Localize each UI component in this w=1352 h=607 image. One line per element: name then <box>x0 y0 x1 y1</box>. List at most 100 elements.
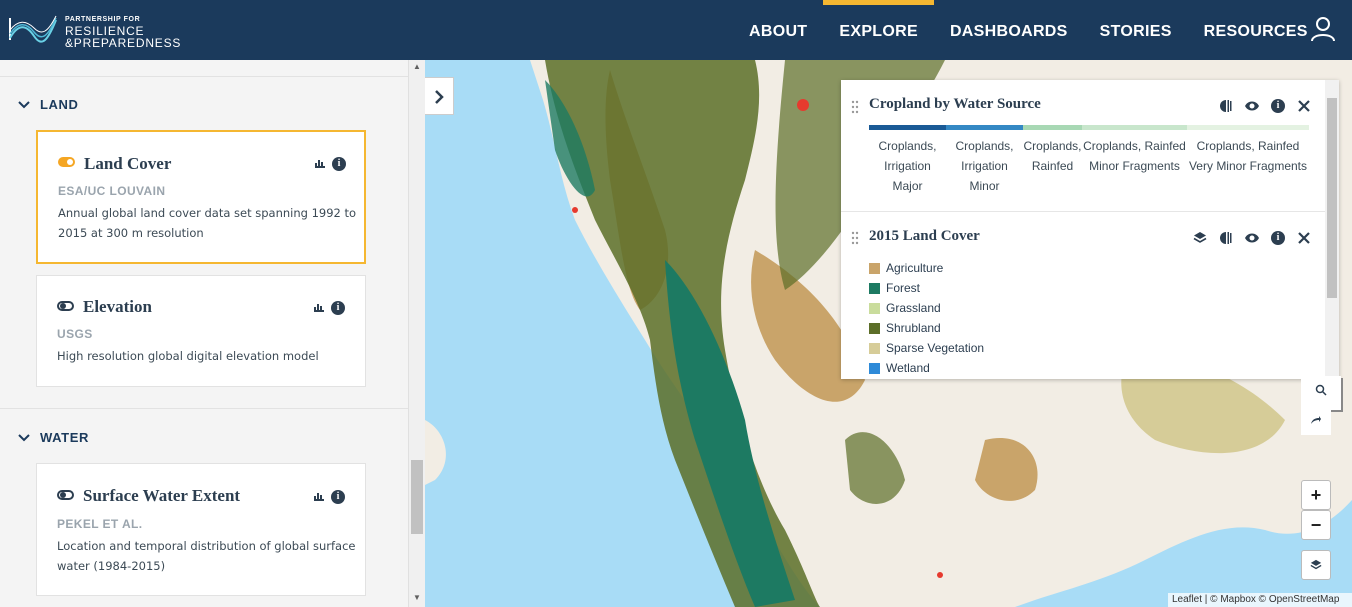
legend-item-agriculture: Agriculture <box>869 261 943 275</box>
group-label: WATER <box>40 430 89 445</box>
ramp-segment <box>1023 125 1082 130</box>
layers-icon <box>1310 559 1322 570</box>
layer-card-elevation[interactable]: Elevation i USGS High resolution global … <box>36 275 366 387</box>
user-icon[interactable] <box>1310 16 1336 42</box>
scroll-up-icon[interactable]: ▲ <box>413 62 421 71</box>
chart-icon[interactable] <box>313 302 325 312</box>
scroll-down-icon[interactable]: ▼ <box>413 593 421 602</box>
opacity-icon[interactable] <box>1217 98 1235 114</box>
legend-layer-tools: i <box>1183 230 1313 246</box>
ramp-segment <box>1082 125 1187 130</box>
wave-logo-icon <box>9 15 57 43</box>
swatch <box>869 322 880 334</box>
nav-resources[interactable]: RESOURCES <box>1188 0 1324 60</box>
nav-stories[interactable]: STORIES <box>1084 0 1188 60</box>
swatch <box>869 262 880 274</box>
layer-title: Land Cover <box>84 154 172 173</box>
map-attribution[interactable]: Leaflet | © Mapbox © OpenStreetMap <box>1168 593 1352 607</box>
legend-item-wetland: Wetland <box>869 361 930 375</box>
share-arrow-icon <box>1311 416 1321 424</box>
close-icon[interactable] <box>1295 230 1313 246</box>
info-icon[interactable]: i <box>1269 230 1287 246</box>
eye-icon[interactable] <box>1243 230 1261 246</box>
swatch <box>869 342 880 354</box>
logo-line-3: &PREPAREDNESS <box>65 36 182 50</box>
search-icon <box>1315 384 1327 396</box>
legend-item-label: Grassland <box>886 301 941 315</box>
layer-card-land-cover[interactable]: Land Cover i ESA/UC LOUVAIN Annual globa… <box>36 130 366 264</box>
legend-item-label: Sparse Vegetation <box>886 341 985 355</box>
chevron-down-icon <box>18 433 30 441</box>
group-label: LAND <box>40 97 79 112</box>
divider <box>0 76 408 77</box>
legend-item-label: Agriculture <box>886 261 944 275</box>
nav-dashboards[interactable]: DASHBOARDS <box>934 0 1084 60</box>
layer-toggle[interactable] <box>57 490 74 500</box>
cropland-color-ramp <box>869 125 1309 130</box>
layer-sidebar: LAND Land Cover i ESA/UC LOUVAIN Annual … <box>0 60 425 607</box>
layer-title: Elevation <box>83 297 152 316</box>
legend-panel: Cropland by Water Source i Croplands, Ir… <box>841 80 1339 379</box>
drag-handle-icon[interactable] <box>851 231 859 245</box>
close-icon[interactable] <box>1295 98 1313 114</box>
cropland-ramp-labels: Croplands, Irrigation Major Croplands, I… <box>869 136 1309 196</box>
layer-toggle[interactable] <box>57 301 74 311</box>
ramp-segment <box>1187 125 1309 130</box>
chevron-down-icon <box>18 100 30 108</box>
drag-handle-icon[interactable] <box>851 100 859 114</box>
legend-item-grassland: Grassland <box>869 301 941 315</box>
legend-item-label: Wetland <box>886 361 930 375</box>
group-header-water[interactable]: WATER <box>18 430 89 445</box>
zoom-in-button[interactable]: + <box>1301 480 1331 510</box>
group-header-land[interactable]: LAND <box>18 97 79 112</box>
swatch <box>869 282 880 294</box>
legend-layer-tools: i <box>1209 98 1313 114</box>
legend-layer-title: Cropland by Water Source <box>869 96 1041 112</box>
layer-source: ESA/UC LOUVAIN <box>58 184 166 198</box>
ramp-label: Croplands, Irrigation Major <box>878 139 937 193</box>
info-icon[interactable]: i <box>332 157 346 171</box>
layer-toggle[interactable] <box>58 157 75 167</box>
divider <box>0 408 408 409</box>
share-button[interactable] <box>1301 405 1331 435</box>
legend-item-shrubland: Shrubland <box>869 321 941 335</box>
info-icon[interactable]: i <box>331 490 345 504</box>
ramp-label: Croplands, Rainfed Minor Fragments <box>1083 139 1186 173</box>
legend-item-sparse-vegetation: Sparse Vegetation <box>869 341 984 355</box>
sidebar-scrollbar[interactable]: ▲ ▼ <box>408 60 425 607</box>
nav-about[interactable]: ABOUT <box>733 0 823 60</box>
legend-scrollbar[interactable] <box>1325 80 1339 379</box>
layer-title: Surface Water Extent <box>83 486 241 505</box>
basemap-layers-button[interactable] <box>1301 550 1331 580</box>
swatch <box>869 362 880 374</box>
layers-icon[interactable] <box>1191 230 1209 246</box>
layer-description: Location and temporal distribution of gl… <box>57 539 356 573</box>
layer-description: Annual global land cover data set spanni… <box>58 206 357 240</box>
info-icon[interactable]: i <box>1269 98 1287 114</box>
layer-source: USGS <box>57 327 93 341</box>
chart-icon[interactable] <box>314 158 326 168</box>
collapse-panel-button[interactable] <box>425 77 454 115</box>
ramp-segment <box>869 125 946 130</box>
zoom-out-button[interactable]: − <box>1301 510 1331 540</box>
eye-icon[interactable] <box>1243 98 1261 114</box>
info-icon[interactable]: i <box>331 301 345 315</box>
ramp-label: Croplands, Irrigation Minor <box>955 139 1014 193</box>
layer-description: High resolution global digital elevation… <box>57 349 319 363</box>
swatch <box>869 302 880 314</box>
main-nav: ABOUT EXPLORE DASHBOARDS STORIES RESOURC… <box>733 0 1324 60</box>
ramp-label: Croplands, Rainfed <box>1023 139 1082 173</box>
logo[interactable]: PARTNERSHIP FOR RESILIENCE &PREPAREDNESS <box>8 12 188 50</box>
scroll-thumb[interactable] <box>1327 98 1337 298</box>
chart-icon[interactable] <box>313 491 325 501</box>
legend-item-label: Shrubland <box>886 321 941 335</box>
opacity-icon[interactable] <box>1217 230 1235 246</box>
nav-explore[interactable]: EXPLORE <box>823 0 934 60</box>
divider <box>841 211 1325 212</box>
scroll-thumb[interactable] <box>411 460 423 534</box>
legend-item-label: Forest <box>886 281 921 295</box>
layer-card-surface-water[interactable]: Surface Water Extent i PEKEL ET AL. Loca… <box>36 463 366 596</box>
top-header: PARTNERSHIP FOR RESILIENCE &PREPAREDNESS… <box>0 0 1352 60</box>
chevron-right-icon <box>435 90 444 104</box>
ramp-segment <box>946 125 1023 130</box>
